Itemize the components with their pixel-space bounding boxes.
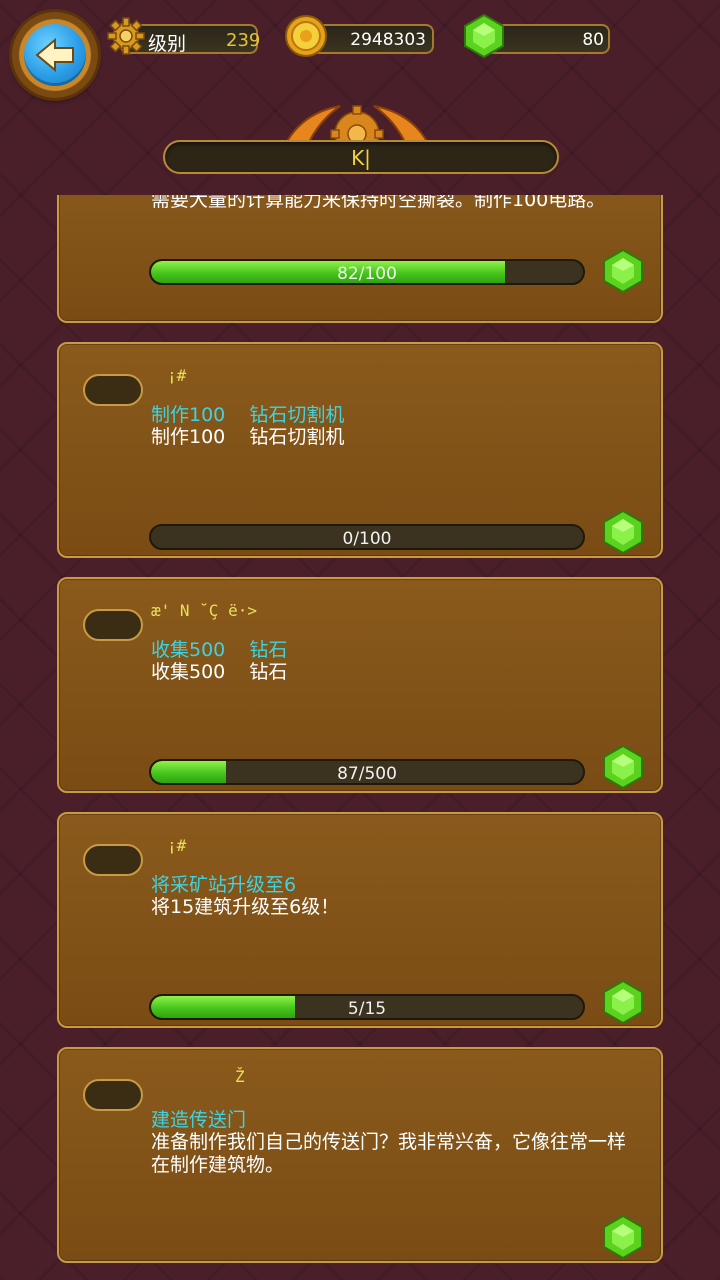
quest-card: ¡# 将采矿站升级至6 将15建筑升级至6级！ 5/15 [57,812,663,1028]
quest-progress-bar: 82/100 [149,259,585,285]
quest-description: 制作100 钻石切割机 [151,426,345,448]
quest-title: 制作100 钻石切割机 [151,404,345,426]
arrow-left-icon [24,24,86,86]
quest-card: ¡# 制作100 钻石切割机 制作100 钻石切割机 0/100 [57,342,663,558]
quest-status-pill [83,374,143,406]
quest-tag: ¡# [167,366,187,385]
gems-value: 80 [582,30,604,50]
quest-description: 需要大量的计算能力来保持时空撕裂。制作100电路。 [151,195,606,211]
back-button[interactable] [12,12,98,98]
page-title: K| [351,146,371,170]
gear-icon [107,17,145,55]
quest-progress-text: 0/100 [342,529,392,549]
quest-title: 将采矿站升级至6 [151,874,297,896]
quest-progress-text: 87/500 [337,764,397,784]
quest-tag: æ' N ˘Ç ë·> [151,601,257,620]
quest-tag: ¡# [167,836,187,855]
title-bar: K| [163,140,559,174]
quest-title: 建造传送门 [151,1109,247,1131]
quest-list[interactable]: 需要大量的计算能力来保持时空撕裂。制作100电路。 82/100 ¡# 制作10… [0,195,720,1280]
gem-reward-icon[interactable] [599,508,647,556]
gem-reward-icon[interactable] [599,1213,647,1261]
quest-status-pill [83,609,143,641]
quest-progress-text: 82/100 [337,264,397,284]
quest-status-pill [83,1079,143,1111]
level-label: 级别 [148,33,187,55]
quest-description: 收集500 钻石 [151,661,288,683]
quest-progress-text: 5/15 [347,999,387,1019]
quest-description: 准备制作我们自己的传送门？我非常兴奋，它像往常一样在制作建筑物。 [151,1131,627,1176]
quest-status-pill [83,844,143,876]
gem-reward-icon[interactable] [599,978,647,1026]
gem-reward-icon[interactable] [599,247,647,295]
quest-progress-bar: 5/15 [149,994,585,1020]
quest-card: 需要大量的计算能力来保持时空撕裂。制作100电路。 82/100 [57,195,663,323]
gem-reward-icon[interactable] [599,743,647,791]
quest-progress-bar: 87/500 [149,759,585,785]
coins-value: 2948303 [350,30,426,50]
quest-tag: Ž [235,1067,245,1086]
quest-title: 收集500 钻石 [151,639,288,661]
quest-progress-bar: 0/100 [149,524,585,550]
quest-card: Ž 建造传送门 准备制作我们自己的传送门？我非常兴奋，它像往常一样在制作建筑物。 [57,1047,663,1263]
quest-description: 将15建筑升级至6级！ [151,896,340,918]
quest-card: æ' N ˘Ç ë·> 收集500 钻石 收集500 钻石 87/500 [57,577,663,793]
level-value: 239 [226,30,261,51]
